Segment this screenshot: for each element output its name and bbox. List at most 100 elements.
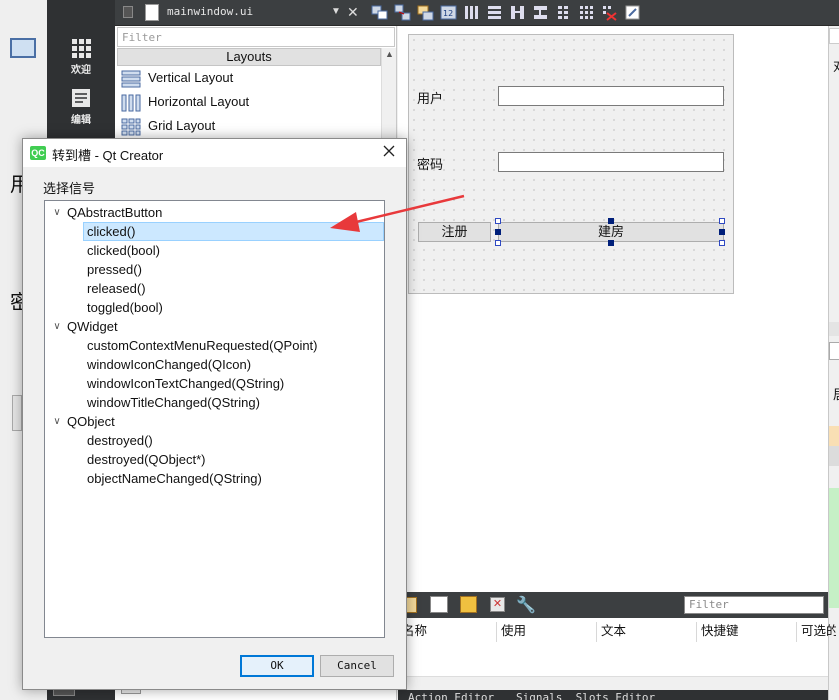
- qt-creator-logo: QC: [30, 146, 46, 160]
- tree-item-selected[interactable]: clicked(): [45, 222, 384, 241]
- signal-label: released(): [87, 281, 146, 296]
- ok-button[interactable]: OK: [240, 655, 314, 677]
- widget-item-label: Horizontal Layout: [148, 94, 250, 109]
- tree-group-label: QObject: [67, 414, 115, 429]
- mode-welcome[interactable]: 欢迎: [47, 38, 115, 76]
- column-header-used[interactable]: 使用: [496, 622, 596, 642]
- layout-horizontal-icon[interactable]: [463, 4, 480, 21]
- chevron-down-icon[interactable]: ∨: [51, 412, 63, 431]
- resize-handle[interactable]: [495, 229, 501, 235]
- form-design-area: 用户 密码 注册 建房: [398, 26, 828, 592]
- configure-icon[interactable]: 🔧: [516, 595, 536, 615]
- tree-item[interactable]: toggled(bool): [45, 298, 384, 317]
- tree-group[interactable]: ∨ QWidget: [45, 317, 384, 336]
- user-input[interactable]: [498, 86, 724, 106]
- edit-signals-slots-icon[interactable]: [394, 4, 411, 21]
- signal-tree[interactable]: ∨ QAbstractButton clicked() clicked(bool…: [44, 200, 385, 638]
- widget-item-horizontal-layout[interactable]: Horizontal Layout: [121, 91, 249, 113]
- document-icon: [70, 88, 92, 108]
- signal-label: clicked(): [87, 224, 136, 239]
- resize-handle[interactable]: [495, 218, 501, 224]
- tree-item[interactable]: pressed(): [45, 260, 384, 279]
- cancel-button[interactable]: Cancel: [320, 655, 394, 677]
- edit-buddies-icon[interactable]: [417, 4, 434, 21]
- adjust-size-icon[interactable]: [624, 4, 641, 21]
- user-label[interactable]: 用户: [417, 88, 443, 107]
- right-panel-filter[interactable]: [829, 342, 839, 360]
- signal-label: windowIconTextChanged(QString): [87, 376, 285, 391]
- resize-handle[interactable]: [719, 218, 725, 224]
- tree-group[interactable]: ∨ QObject: [45, 412, 384, 431]
- layouts-category-header[interactable]: Layouts: [117, 48, 381, 66]
- resize-handle[interactable]: [608, 240, 614, 246]
- tree-group-label: QAbstractButton: [67, 205, 163, 220]
- tab-signals-slots-editor[interactable]: Signals _Slots Editor: [516, 691, 655, 700]
- action-editor-toolbar: ✕ 🔧 Filter: [398, 592, 828, 618]
- grid-icon: [70, 38, 92, 58]
- close-icon[interactable]: [380, 144, 398, 162]
- signal-label: windowIconChanged(QIcon): [87, 357, 252, 372]
- column-header-checkable[interactable]: 可选的: [796, 622, 836, 642]
- edit-tab-order-icon[interactable]: 12: [440, 4, 457, 21]
- action-filter-input[interactable]: Filter: [684, 596, 824, 614]
- mode-edit[interactable]: 编辑: [47, 88, 115, 126]
- right-panel-scroll[interactable]: [829, 322, 839, 336]
- open-file-name[interactable]: mainwindow.ui: [167, 5, 253, 18]
- tab-action-editor[interactable]: Action Editor: [408, 691, 494, 700]
- tree-item[interactable]: customContextMenuRequested(QPoint): [45, 336, 384, 355]
- svg-text:12: 12: [443, 9, 453, 18]
- layout-grid-icon[interactable]: [578, 4, 595, 21]
- grid-layout-icon: [121, 118, 141, 136]
- dialog-titlebar[interactable]: QC 转到槽 - Qt Creator: [23, 139, 406, 167]
- layout-splitter-h-icon[interactable]: [509, 4, 526, 21]
- go-to-slot-dialog: QC 转到槽 - Qt Creator 选择信号 ∨ QAbstractButt…: [22, 138, 407, 690]
- paste-action-icon[interactable]: [460, 596, 477, 613]
- tree-item[interactable]: destroyed(QObject*): [45, 450, 384, 469]
- widget-item-vertical-layout[interactable]: Vertical Layout: [121, 67, 233, 89]
- edit-widgets-icon[interactable]: [371, 4, 388, 21]
- tree-item[interactable]: destroyed(): [45, 431, 384, 450]
- resize-handle[interactable]: [608, 218, 614, 224]
- column-header-shortcut[interactable]: 快捷键: [696, 622, 796, 642]
- tree-item[interactable]: windowIconChanged(QIcon): [45, 355, 384, 374]
- form-canvas[interactable]: 用户 密码 注册 建房: [408, 34, 734, 294]
- file-dropdown-arrow[interactable]: ▼: [331, 6, 341, 17]
- column-header-name[interactable]: 名称: [398, 622, 496, 642]
- break-layout-icon[interactable]: [601, 4, 618, 21]
- resize-handle[interactable]: [495, 240, 501, 246]
- close-icon[interactable]: ✕: [347, 4, 359, 21]
- right-panel-text: 居: [833, 384, 839, 403]
- widget-item-grid-layout[interactable]: Grid Layout: [121, 115, 215, 137]
- tree-item[interactable]: clicked(bool): [45, 241, 384, 260]
- build-button[interactable]: 建房: [498, 222, 724, 242]
- copy-action-icon[interactable]: [430, 596, 448, 613]
- layout-splitter-v-icon[interactable]: [532, 4, 549, 21]
- ui-file-icon: [145, 4, 159, 21]
- layout-vertical-icon[interactable]: [486, 4, 503, 21]
- action-table-scrollbar[interactable]: [398, 676, 828, 690]
- dialog-title: 转到槽 - Qt Creator: [52, 148, 164, 163]
- tree-item[interactable]: released(): [45, 279, 384, 298]
- widget-filter-input[interactable]: Filter: [117, 27, 395, 47]
- delete-action-icon[interactable]: ✕: [490, 597, 505, 612]
- chevron-down-icon[interactable]: ∨: [51, 317, 63, 336]
- editor-toolbar: mainwindow.ui ▼ ✕ 12: [115, 0, 839, 26]
- column-header-text[interactable]: 文本: [596, 622, 696, 642]
- mode-welcome-label: 欢迎: [71, 65, 91, 76]
- password-label[interactable]: 密码: [417, 154, 443, 173]
- horizontal-layout-icon: [121, 94, 141, 112]
- lock-icon[interactable]: [123, 6, 133, 18]
- mode-edit-label: 编辑: [71, 115, 91, 126]
- password-input[interactable]: [498, 152, 724, 172]
- resize-handle[interactable]: [719, 240, 725, 246]
- tree-item[interactable]: windowTitleChanged(QString): [45, 393, 384, 412]
- tree-group-label: QWidget: [67, 319, 118, 334]
- tree-group[interactable]: ∨ QAbstractButton: [45, 203, 384, 222]
- register-button[interactable]: 注册: [418, 222, 491, 242]
- chevron-down-icon[interactable]: ∨: [51, 203, 63, 222]
- layout-form-icon[interactable]: [555, 4, 572, 21]
- tree-item[interactable]: windowIconTextChanged(QString): [45, 374, 384, 393]
- resize-handle[interactable]: [719, 229, 725, 235]
- signal-label: objectNameChanged(QString): [87, 471, 262, 486]
- tree-item[interactable]: objectNameChanged(QString): [45, 469, 384, 488]
